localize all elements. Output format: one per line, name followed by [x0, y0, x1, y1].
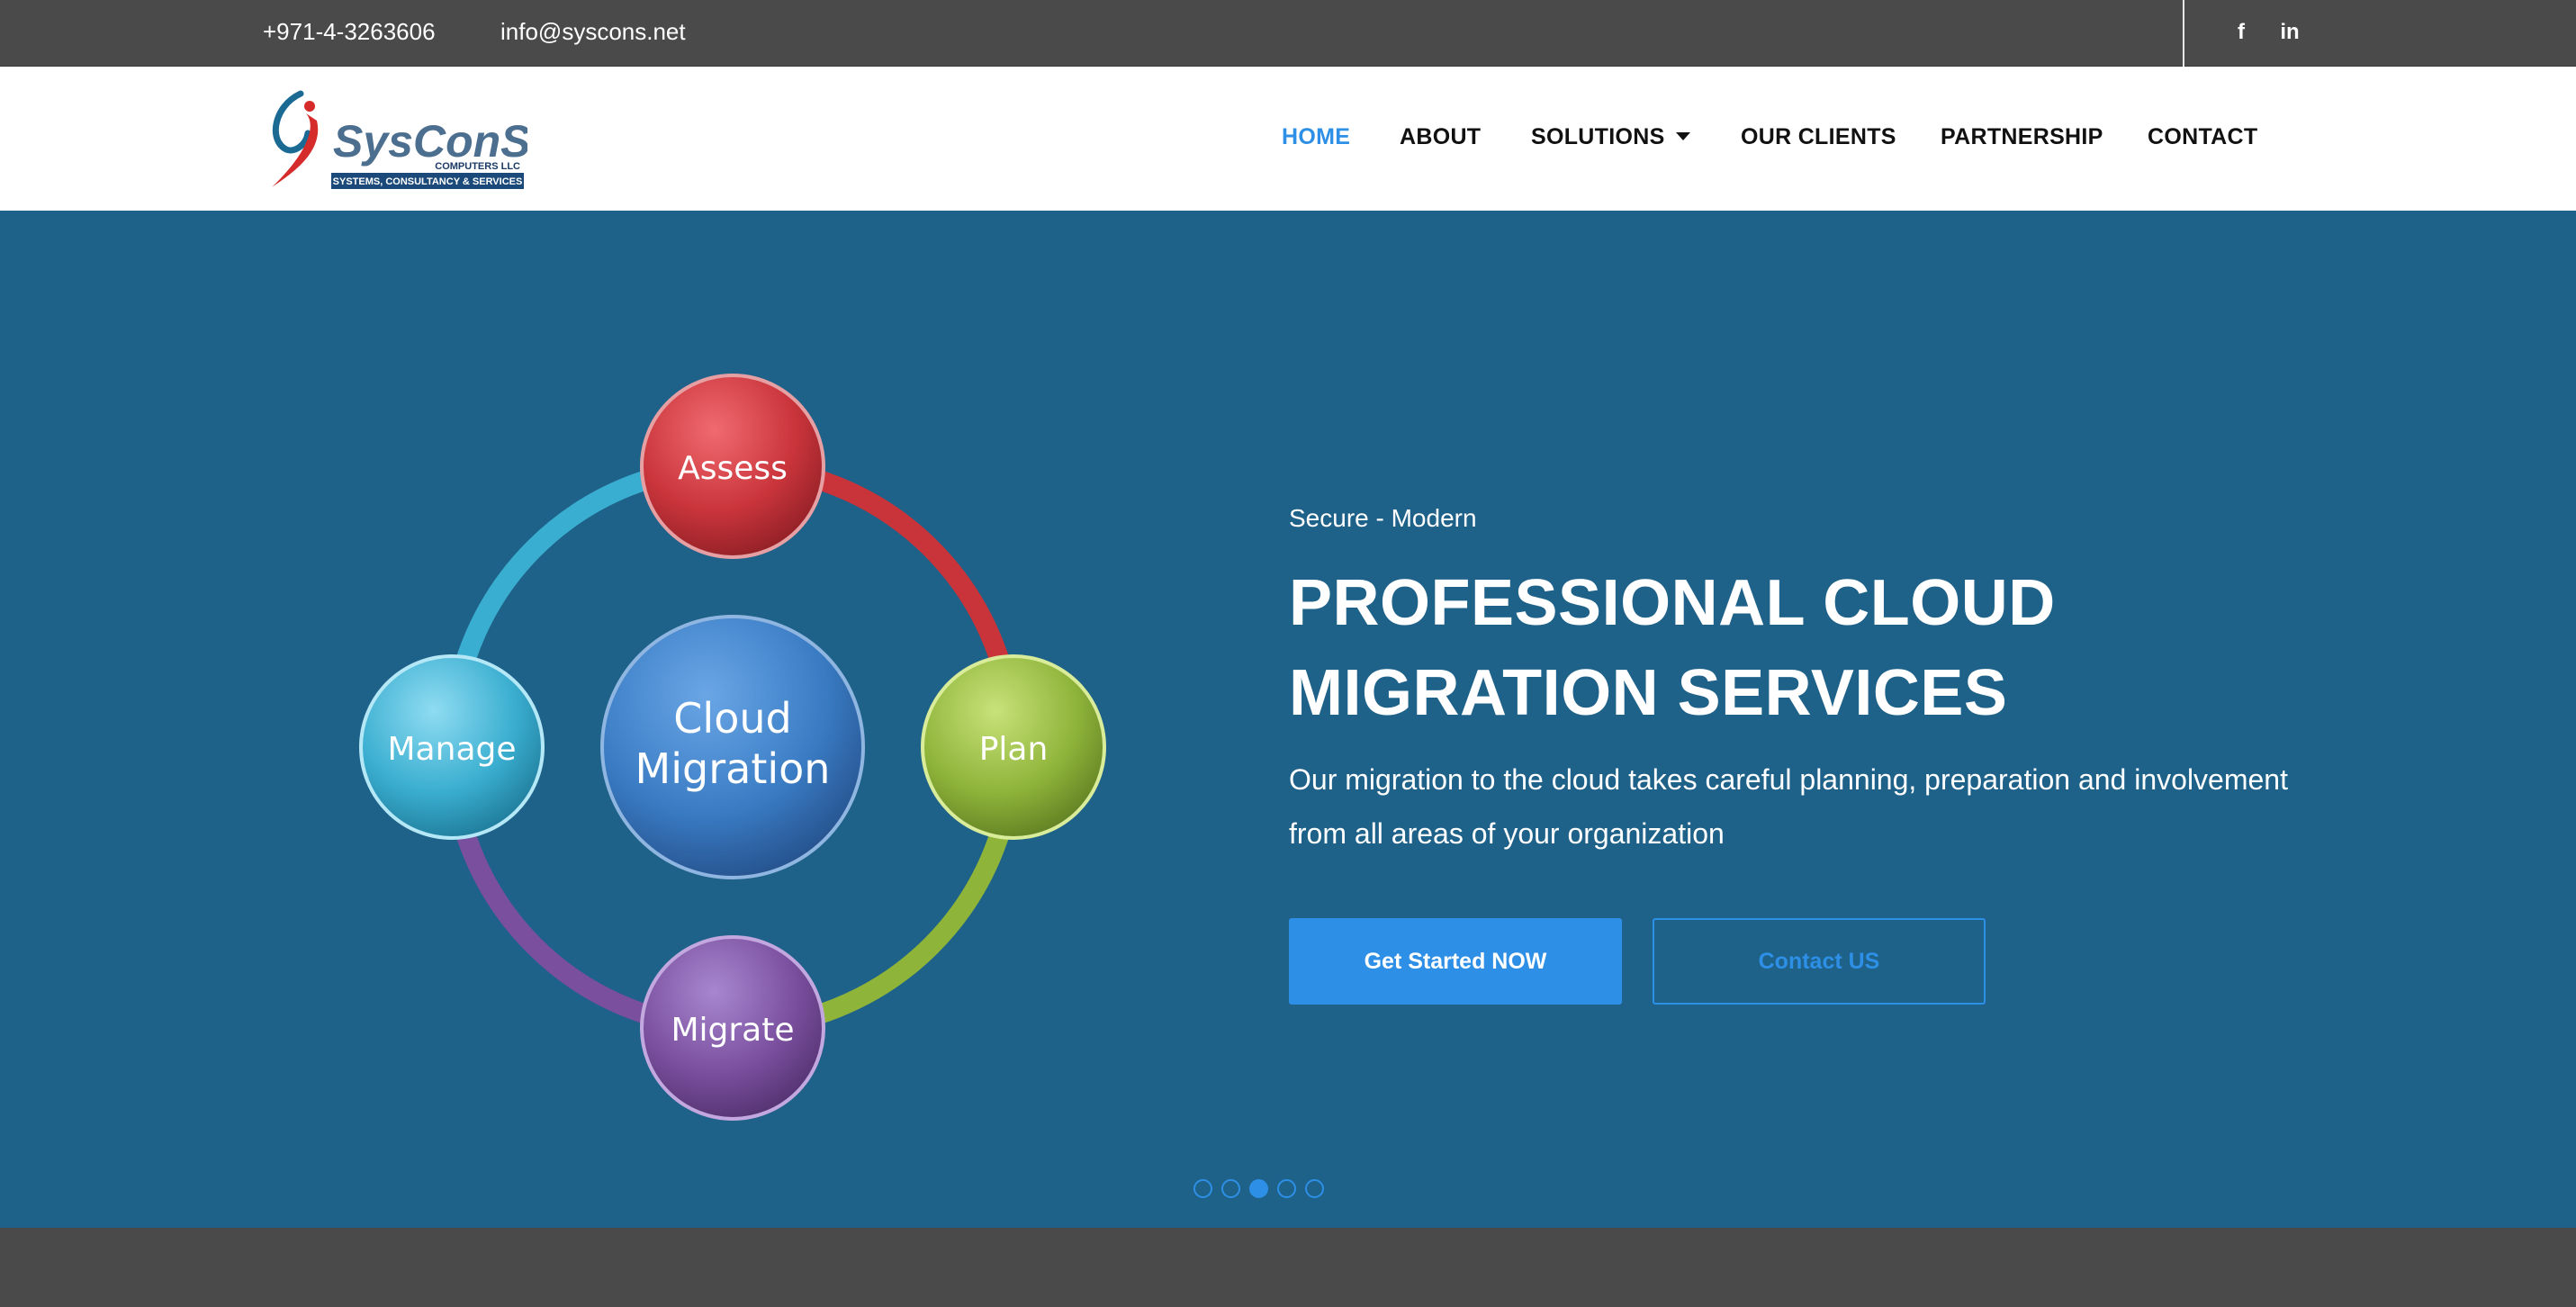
- top-bar-divider: [2183, 0, 2184, 67]
- hero-headline: PROFESSIONAL CLOUD MIGRATION SERVICES: [1289, 567, 2056, 729]
- hero-description: Our migration to the cloud takes careful…: [1289, 763, 2288, 850]
- logo-name: SysConS: [333, 116, 527, 167]
- slider-dot[interactable]: [1193, 1179, 1212, 1198]
- footer-strip: [0, 1228, 2576, 1307]
- contact-us-button[interactable]: Contact US: [1653, 918, 1986, 1005]
- hero-slider: Cloud Migration Assess Plan Migrate Mana…: [0, 211, 2576, 1228]
- nav-solutions-label: SOLUTIONS: [1531, 124, 1665, 149]
- slider-dot[interactable]: [1305, 1179, 1324, 1198]
- nav-solutions[interactable]: SOLUTIONS: [1531, 122, 1690, 151]
- chevron-down-icon: [1675, 131, 1690, 140]
- top-bar: +971-4-3263606 info@syscons.net f in: [0, 0, 2576, 67]
- nav-contact[interactable]: CONTACT: [2148, 122, 2257, 151]
- slider-dot[interactable]: [1277, 1179, 1296, 1198]
- plan-label: Plan: [979, 731, 1049, 768]
- logo-company: COMPUTERS LLC: [435, 161, 520, 172]
- nav-partnership[interactable]: PARTNERSHIP: [1941, 122, 2103, 151]
- phone-number[interactable]: +971-4-3263606: [263, 16, 436, 47]
- logo-tagline: SYSTEMS, CONSULTANCY & SERVICES: [333, 176, 523, 187]
- slider-pagination: [1193, 1179, 1324, 1198]
- center-label-line1: Cloud: [673, 694, 791, 743]
- facebook-icon[interactable]: f: [2227, 18, 2256, 47]
- assess-label: Assess: [678, 450, 788, 487]
- migrate-label: Migrate: [671, 1012, 794, 1049]
- email-link[interactable]: info@syscons.net: [500, 16, 686, 47]
- syscons-logo[interactable]: SysConS COMPUTERS LLC SYSTEMS, CONSULTAN…: [266, 86, 527, 194]
- manage-label: Manage: [388, 731, 517, 768]
- slider-dot[interactable]: [1221, 1179, 1240, 1198]
- nav-home[interactable]: HOME: [1282, 122, 1350, 151]
- cloud-migration-diagram: Cloud Migration Assess Plan Migrate Mana…: [359, 374, 1106, 1121]
- main-navbar: SysConS COMPUTERS LLC SYSTEMS, CONSULTAN…: [0, 67, 2576, 211]
- linkedin-icon[interactable]: in: [2275, 18, 2304, 47]
- slider-dot[interactable]: [1249, 1179, 1268, 1198]
- center-label-line2: Migration: [635, 744, 831, 793]
- get-started-button[interactable]: Get Started NOW: [1289, 918, 1622, 1005]
- hero-tagline: Secure - Modern: [1289, 504, 1477, 532]
- nav-about[interactable]: ABOUT: [1400, 122, 1481, 151]
- nav-our-clients[interactable]: OUR CLIENTS: [1741, 122, 1896, 151]
